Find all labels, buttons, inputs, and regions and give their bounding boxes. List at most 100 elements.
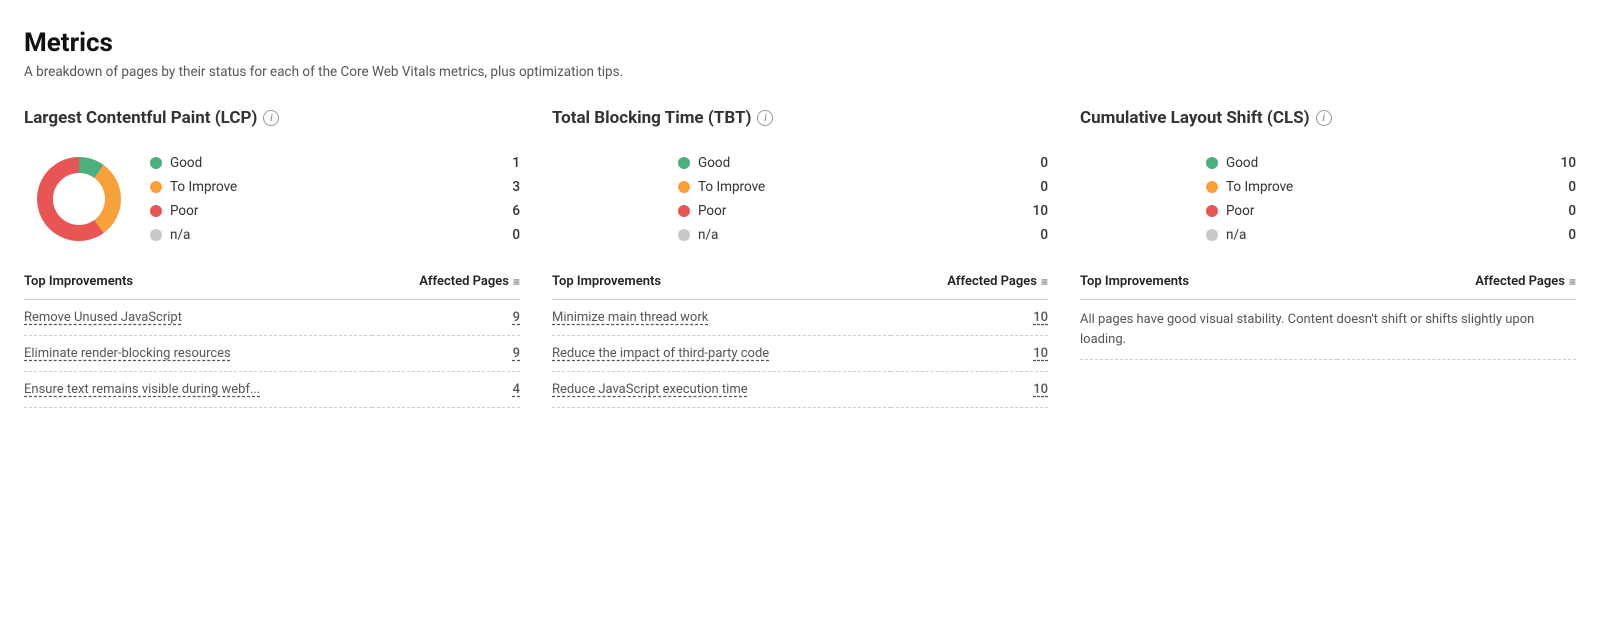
legend-count-cls-1: 0 [1556, 179, 1576, 195]
improvement-count-lcp-1[interactable]: 9 [372, 336, 520, 372]
affected-pages-label-lcp: Affected Pages [419, 274, 509, 289]
legend-lcp: Good 1 To Improve 3 Poor 6 n/a 0 [150, 155, 520, 243]
page-title: Metrics [24, 28, 1576, 58]
chart-legend-row-lcp: Good 1 To Improve 3 Poor 6 n/a 0 [24, 144, 520, 254]
improvement-link-lcp-1[interactable]: Eliminate render-blocking resources [24, 346, 231, 361]
legend-label-tbt-2: Poor [698, 203, 1020, 219]
improvement-link-tbt-0[interactable]: Minimize main thread work [552, 310, 708, 325]
legend-count-lcp-2: 6 [500, 203, 520, 219]
col-header-improvements-lcp: Top Improvements [24, 274, 372, 300]
improvement-count-tbt-2[interactable]: 10 [891, 372, 1048, 408]
col-header-improvements-tbt: Top Improvements [552, 274, 891, 300]
legend-count-tbt-2: 10 [1028, 203, 1048, 219]
col-header-improvements-cls: Top Improvements [1080, 274, 1337, 300]
legend-cls: Good 10 To Improve 0 Poor 0 n/a 0 [1206, 155, 1576, 243]
info-icon-cls[interactable]: i [1316, 110, 1332, 126]
improvement-row-tbt-2: Reduce JavaScript execution time 10 [552, 372, 1048, 408]
legend-dot-tbt-3 [678, 229, 690, 241]
col-header-affected-cls: Affected Pages ≡ [1337, 274, 1576, 300]
metric-section-tbt: Total Blocking Time (TBT) i Good 0 To Im… [552, 108, 1048, 408]
improvements-table-cls: Top Improvements Affected Pages ≡ All pa… [1080, 274, 1576, 360]
improvement-count-lcp-0[interactable]: 9 [372, 300, 520, 336]
improvement-count-tbt-0[interactable]: 10 [891, 300, 1048, 336]
legend-item-tbt-3: n/a 0 [678, 227, 1048, 243]
legend-dot-cls-0 [1206, 157, 1218, 169]
legend-item-cls-3: n/a 0 [1206, 227, 1576, 243]
page-subtitle: A breakdown of pages by their status for… [24, 64, 1576, 80]
legend-label-cls-2: Poor [1226, 203, 1548, 219]
metric-title-text-lcp: Largest Contentful Paint (LCP) [24, 108, 257, 128]
improvement-label-lcp-2: Ensure text remains visible during webf.… [24, 372, 372, 408]
chart-legend-row-cls: Good 10 To Improve 0 Poor 0 n/a 0 [1080, 144, 1576, 254]
legend-count-cls-0: 10 [1556, 155, 1576, 171]
col-header-affected-lcp: Affected Pages ≡ [372, 274, 520, 300]
metric-section-lcp: Largest Contentful Paint (LCP) i Good 1 … [24, 108, 520, 408]
legend-dot-cls-2 [1206, 205, 1218, 217]
legend-item-cls-1: To Improve 0 [1206, 179, 1576, 195]
legend-dot-lcp-2 [150, 205, 162, 217]
improvement-row-lcp-2: Ensure text remains visible during webf.… [24, 372, 520, 408]
improvement-row-lcp-0: Remove Unused JavaScript 9 [24, 300, 520, 336]
sort-icon-tbt[interactable]: ≡ [1041, 275, 1048, 289]
legend-label-lcp-2: Poor [170, 203, 492, 219]
good-message-cls: All pages have good visual stability. Co… [1080, 300, 1576, 360]
legend-dot-tbt-2 [678, 205, 690, 217]
improvement-label-lcp-1: Eliminate render-blocking resources [24, 336, 372, 372]
improvement-label-tbt-1: Reduce the impact of third-party code [552, 336, 891, 372]
affected-pages-label-tbt: Affected Pages [947, 274, 1037, 289]
legend-dot-lcp-0 [150, 157, 162, 169]
legend-count-cls-3: 0 [1556, 227, 1576, 243]
improvement-row-tbt-1: Reduce the impact of third-party code 10 [552, 336, 1048, 372]
legend-tbt: Good 0 To Improve 0 Poor 10 n/a 0 [678, 155, 1048, 243]
legend-label-tbt-3: n/a [698, 227, 1020, 243]
improvement-label-lcp-0: Remove Unused JavaScript [24, 300, 372, 336]
improvement-link-tbt-2[interactable]: Reduce JavaScript execution time [552, 382, 748, 397]
improvement-count-tbt-1[interactable]: 10 [891, 336, 1048, 372]
legend-count-cls-2: 0 [1556, 203, 1576, 219]
legend-dot-cls-1 [1206, 181, 1218, 193]
improvement-label-tbt-2: Reduce JavaScript execution time [552, 372, 891, 408]
sort-icon-lcp[interactable]: ≡ [513, 275, 520, 289]
affected-pages-label-cls: Affected Pages [1475, 274, 1565, 289]
metric-section-cls: Cumulative Layout Shift (CLS) i Good 10 … [1080, 108, 1576, 408]
donut-chart-lcp [24, 144, 134, 254]
legend-item-lcp-0: Good 1 [150, 155, 520, 171]
legend-count-tbt-1: 0 [1028, 179, 1048, 195]
legend-dot-lcp-3 [150, 229, 162, 241]
improvement-row-lcp-1: Eliminate render-blocking resources 9 [24, 336, 520, 372]
legend-label-lcp-0: Good [170, 155, 492, 171]
legend-label-cls-1: To Improve [1226, 179, 1548, 195]
metric-title-text-tbt: Total Blocking Time (TBT) [552, 108, 751, 128]
legend-item-lcp-1: To Improve 3 [150, 179, 520, 195]
improvements-table-lcp: Top Improvements Affected Pages ≡ Remove… [24, 274, 520, 408]
legend-item-tbt-0: Good 0 [678, 155, 1048, 171]
legend-item-tbt-2: Poor 10 [678, 203, 1048, 219]
legend-item-tbt-1: To Improve 0 [678, 179, 1048, 195]
legend-label-cls-0: Good [1226, 155, 1548, 171]
col-header-affected-tbt: Affected Pages ≡ [891, 274, 1048, 300]
improvement-row-tbt-0: Minimize main thread work 10 [552, 300, 1048, 336]
improvement-count-lcp-2[interactable]: 4 [372, 372, 520, 408]
legend-count-tbt-0: 0 [1028, 155, 1048, 171]
legend-count-tbt-3: 0 [1028, 227, 1048, 243]
improvements-table-tbt: Top Improvements Affected Pages ≡ Minimi… [552, 274, 1048, 408]
metric-title-cls: Cumulative Layout Shift (CLS) i [1080, 108, 1576, 128]
legend-count-lcp-1: 3 [500, 179, 520, 195]
improvement-link-lcp-2[interactable]: Ensure text remains visible during webf.… [24, 382, 260, 397]
metric-title-tbt: Total Blocking Time (TBT) i [552, 108, 1048, 128]
metrics-grid: Largest Contentful Paint (LCP) i Good 1 … [24, 108, 1576, 408]
improvement-link-tbt-1[interactable]: Reduce the impact of third-party code [552, 346, 769, 361]
improvement-link-lcp-0[interactable]: Remove Unused JavaScript [24, 310, 182, 325]
legend-label-lcp-1: To Improve [170, 179, 492, 195]
metric-title-text-cls: Cumulative Layout Shift (CLS) [1080, 108, 1310, 128]
info-icon-lcp[interactable]: i [263, 110, 279, 126]
legend-count-lcp-0: 1 [500, 155, 520, 171]
donut-chart-cls [1080, 144, 1190, 254]
chart-legend-row-tbt: Good 0 To Improve 0 Poor 10 n/a 0 [552, 144, 1048, 254]
info-icon-tbt[interactable]: i [757, 110, 773, 126]
legend-count-lcp-3: 0 [500, 227, 520, 243]
metric-title-lcp: Largest Contentful Paint (LCP) i [24, 108, 520, 128]
legend-dot-tbt-0 [678, 157, 690, 169]
improvement-label-tbt-0: Minimize main thread work [552, 300, 891, 336]
sort-icon-cls[interactable]: ≡ [1569, 275, 1576, 289]
